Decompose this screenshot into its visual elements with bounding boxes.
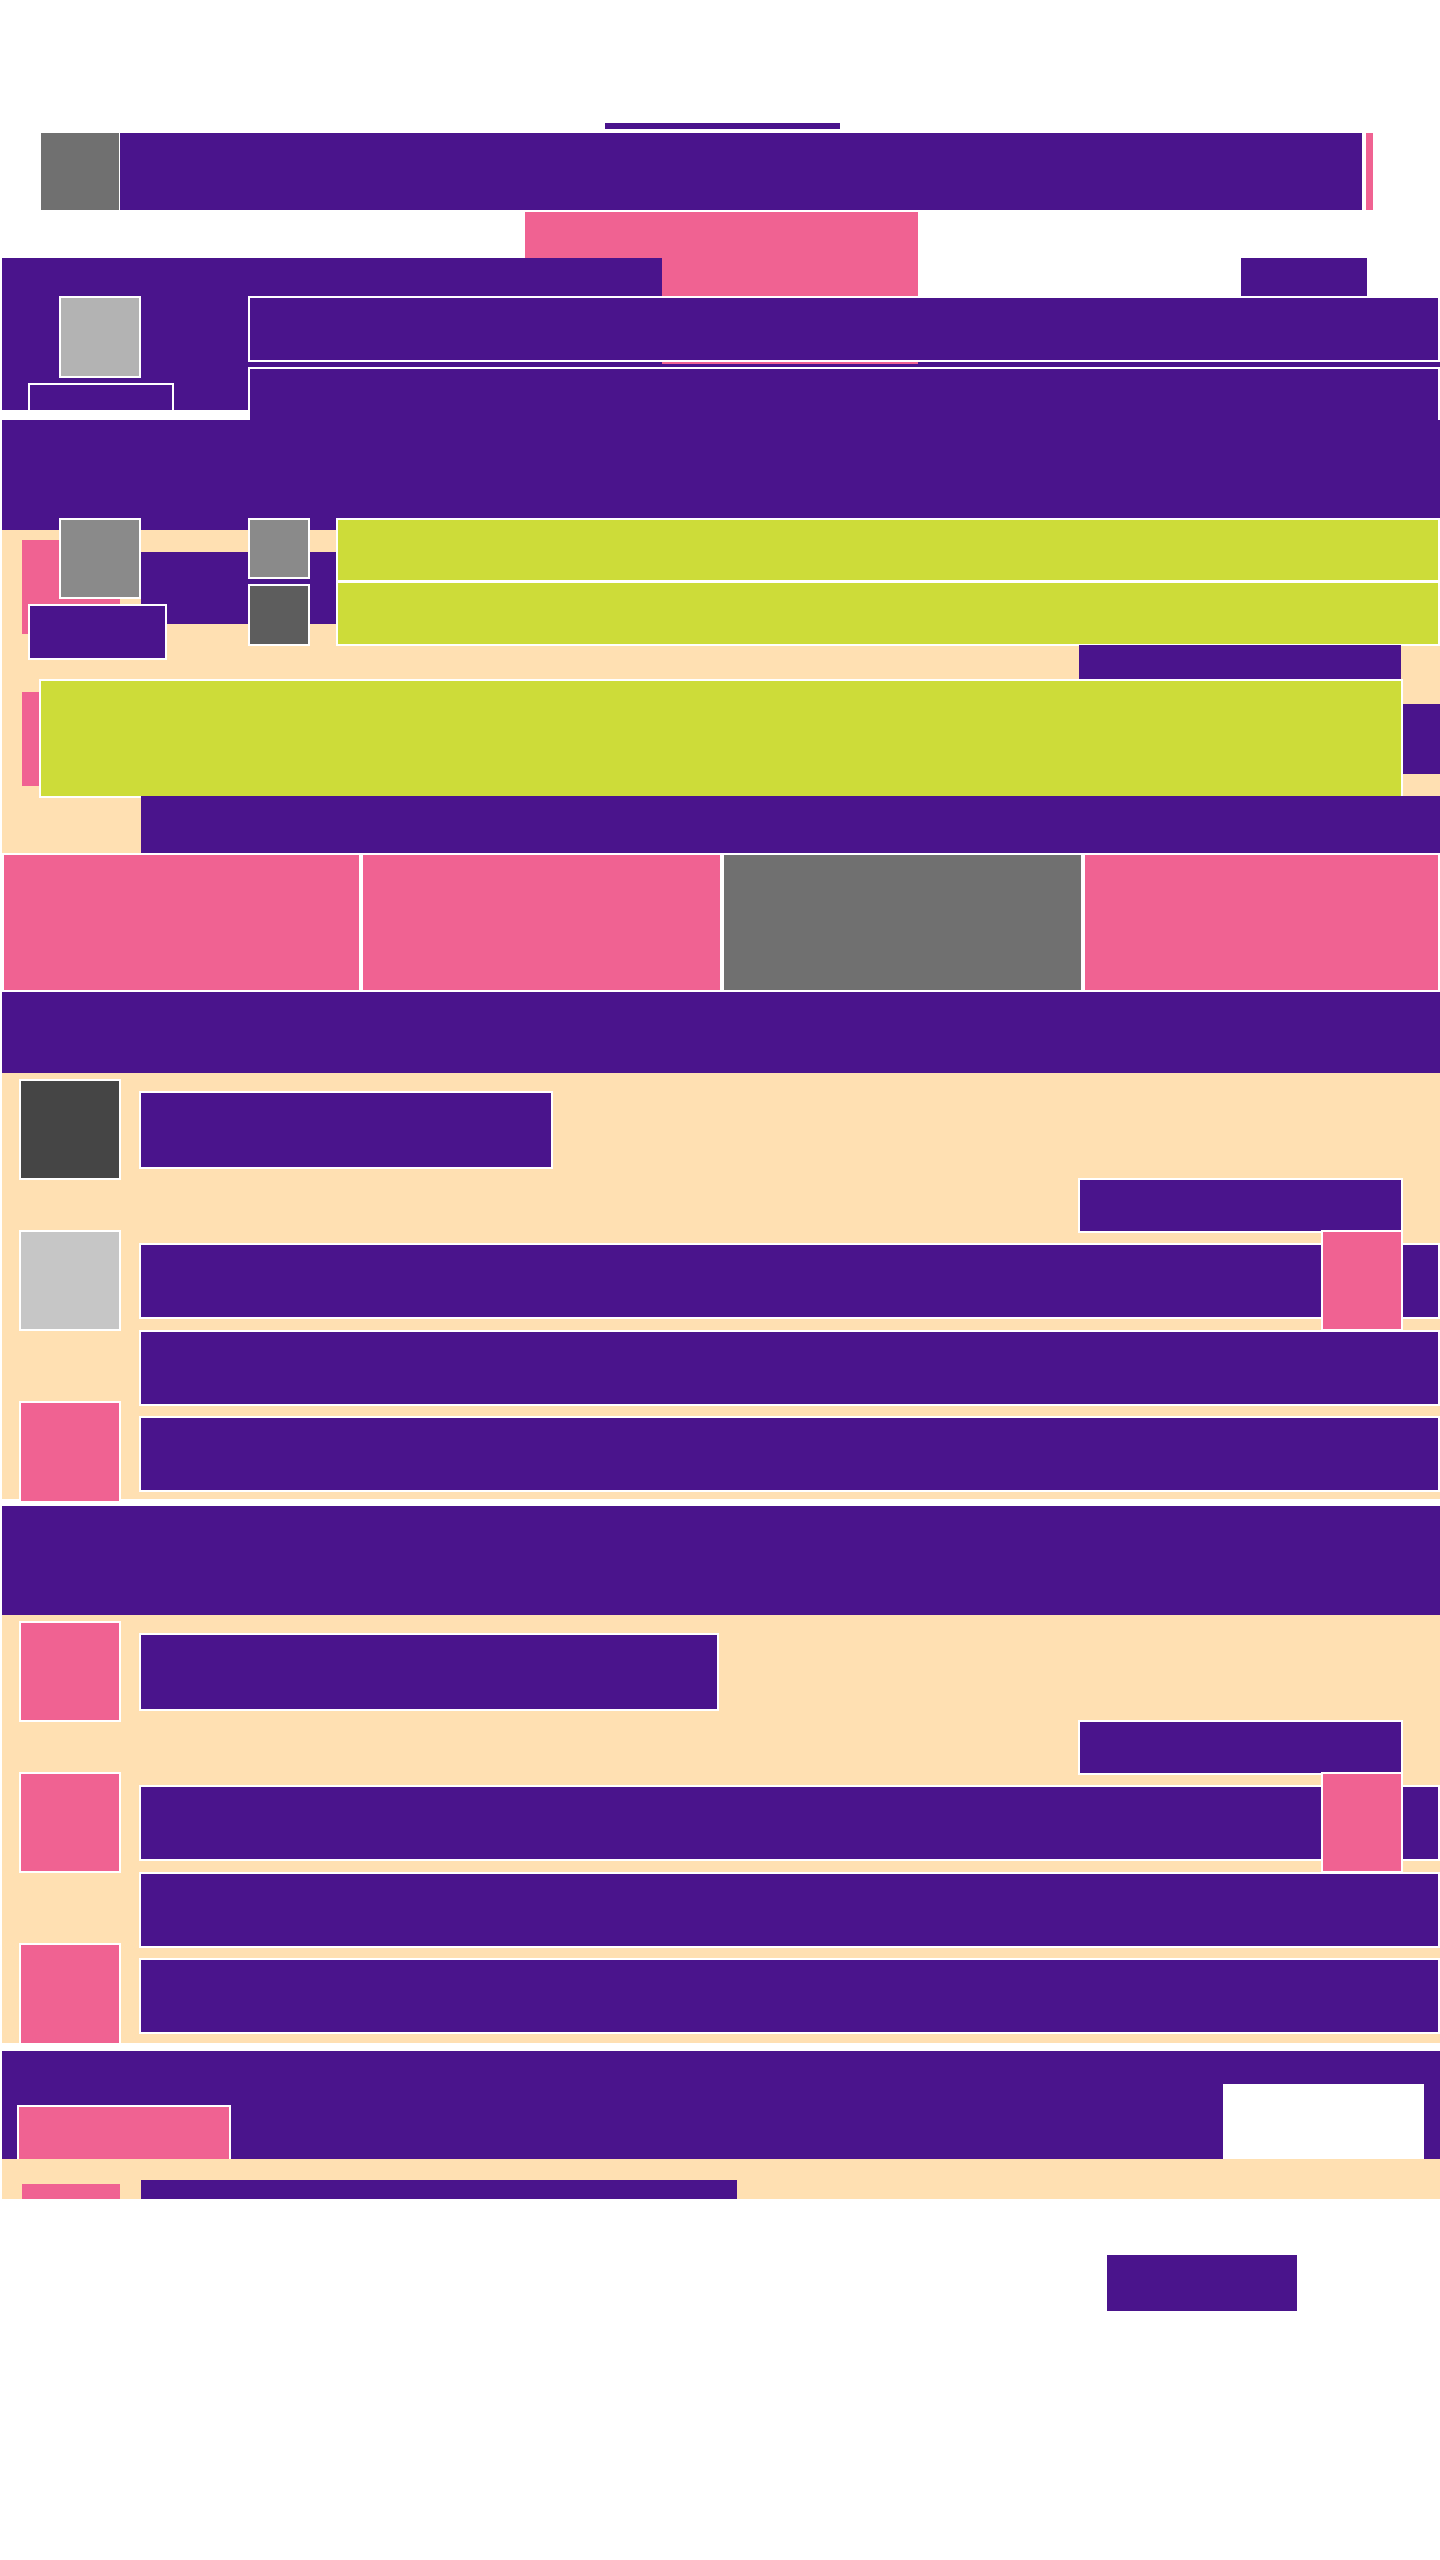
list-item-2-trailing (1401, 1243, 1440, 1319)
content-footer-bar (141, 796, 1440, 853)
list-item-3-title[interactable] (139, 1416, 1440, 1492)
small-icon-top[interactable] (248, 518, 310, 579)
header-action-chip[interactable] (1241, 258, 1367, 296)
section-header-bar (2, 420, 1440, 530)
list-item-3-icon[interactable] (19, 1401, 121, 1503)
highlight-card-side (1403, 704, 1440, 774)
grid-tile-4[interactable] (1083, 853, 1440, 992)
list-item-1-icon[interactable] (19, 1079, 121, 1180)
section-3-header (2, 1506, 1440, 1615)
thumbnail[interactable] (59, 518, 141, 599)
small-icon-bottom[interactable] (248, 584, 310, 646)
highlight-row-2[interactable] (336, 581, 1440, 646)
item-meta-bar (1079, 645, 1401, 683)
list-item-4-icon[interactable] (19, 1621, 121, 1722)
list-item-2-subtitle (139, 1330, 1440, 1406)
list-item-2-icon[interactable] (19, 1230, 121, 1331)
highlight-row-1[interactable] (336, 518, 1440, 582)
top-bar-edge-accent (1366, 133, 1373, 210)
list-item-5-icon[interactable] (19, 1772, 121, 1873)
list-item-4-meta (1078, 1720, 1403, 1775)
list-item-1-meta (1078, 1178, 1403, 1233)
grid-tile-2[interactable] (361, 853, 722, 992)
grid-tile-3-selected[interactable] (722, 853, 1083, 992)
list-item-1-title[interactable] (139, 1091, 553, 1169)
list-item-2-action-icon[interactable] (1321, 1230, 1403, 1331)
avatar[interactable] (59, 296, 141, 378)
floating-action-button[interactable] (1107, 2255, 1297, 2311)
list-item-6-icon[interactable] (19, 1943, 121, 2045)
section-2-header (2, 992, 1440, 1073)
list-item-5-subtitle (139, 1872, 1440, 1948)
list-item-5-title[interactable] (139, 1785, 1325, 1861)
list-item-2-title[interactable] (139, 1243, 1325, 1319)
app-screen (0, 0, 1440, 2560)
bottom-peek-title (141, 2180, 737, 2199)
item-label-chip (28, 604, 167, 660)
top-center-tab-indicator (605, 123, 840, 129)
list-item-6-title[interactable] (139, 1958, 1440, 2034)
top-app-bar (120, 133, 1362, 210)
list-item-4-title[interactable] (139, 1633, 719, 1711)
highlight-card[interactable] (39, 679, 1403, 798)
list-item-5-action-icon[interactable] (1321, 1772, 1403, 1873)
bottom-peek-icon (22, 2184, 120, 2199)
header-divider (2, 410, 248, 420)
grid-tile-1[interactable] (2, 853, 361, 992)
icon-connector (310, 552, 336, 624)
list-item-5-trailing (1401, 1785, 1440, 1861)
menu-icon[interactable] (41, 133, 119, 210)
profile-name-field[interactable] (248, 296, 1440, 362)
